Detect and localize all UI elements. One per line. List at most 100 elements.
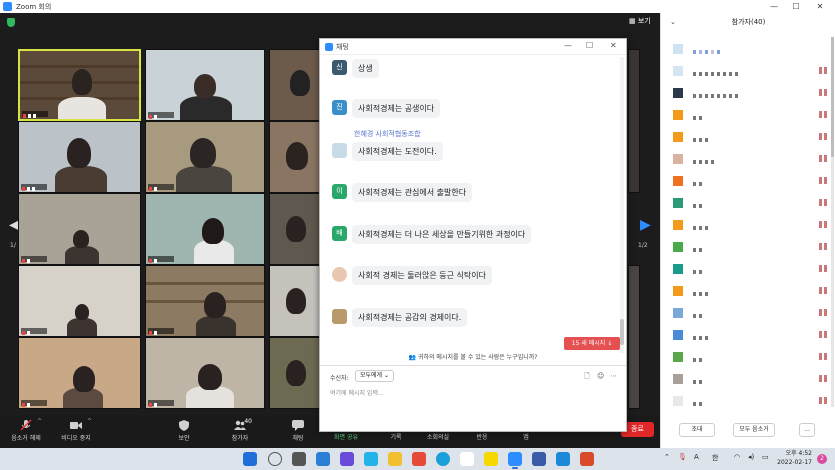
chat-message-input[interactable]: 여기에 메시지 입력...: [330, 388, 384, 397]
security-button[interactable]: 보안: [162, 416, 206, 448]
more-icon[interactable]: ⋯: [610, 372, 617, 380]
language-indicator[interactable]: 한: [712, 453, 718, 463]
emoji-icon[interactable]: ☺: [597, 372, 604, 380]
participant-row[interactable]: [673, 197, 831, 209]
battery-icon[interactable]: ▭: [762, 453, 769, 461]
participant-row[interactable]: [673, 329, 831, 341]
microphone-icon[interactable]: 🎙: [678, 453, 687, 461]
participant-name-bar: [21, 400, 47, 407]
search-icon[interactable]: [268, 452, 282, 466]
file-icon[interactable]: 🗋: [584, 372, 590, 383]
participant-row[interactable]: [673, 373, 831, 385]
participants-scrollbar[interactable]: [831, 37, 834, 407]
zoom-taskbar-icon[interactable]: [508, 452, 522, 466]
view-button[interactable]: ▦ 보기: [629, 16, 651, 26]
kakaotalk-icon[interactable]: [484, 452, 498, 466]
app-icon[interactable]: [532, 452, 546, 466]
minimize-icon[interactable]: —: [762, 0, 786, 13]
video-tile[interactable]: [18, 337, 141, 409]
status-icons: [817, 199, 827, 208]
participant-row[interactable]: [673, 395, 831, 407]
recipient-select[interactable]: 모두에게 ⌄: [355, 370, 395, 382]
wifi-icon[interactable]: ◠: [734, 453, 740, 461]
participant-row[interactable]: [673, 307, 831, 319]
video-tile[interactable]: [269, 49, 321, 121]
video-tile[interactable]: [145, 49, 265, 121]
mute-all-button[interactable]: 모두 음소거: [733, 423, 775, 437]
app-icon[interactable]: [364, 452, 378, 466]
video-tile-partial[interactable]: [628, 49, 640, 193]
participant-row[interactable]: [673, 65, 831, 77]
ime-mode[interactable]: A: [694, 453, 699, 461]
video-tile[interactable]: [18, 265, 141, 337]
clock[interactable]: 오후 4:52 2022-02-17: [776, 449, 812, 467]
who-can-see-link[interactable]: 👥 귀하의 메시지를 볼 수 있는 사람은 누구입니까?: [320, 352, 626, 361]
next-page-icon[interactable]: ▶: [640, 217, 651, 233]
new-messages-button[interactable]: 15 새 메시지 ↓: [564, 337, 620, 350]
participant-name: [693, 289, 711, 296]
participant-row[interactable]: [673, 109, 831, 121]
chat-message: 이 사회적경제는 관심에서 출발한다: [332, 183, 612, 203]
windows-start-icon[interactable]: [243, 452, 257, 466]
share-screen-label: 화면 공유: [334, 434, 358, 441]
video-tile[interactable]: [269, 193, 321, 265]
invite-button[interactable]: 초대: [679, 423, 715, 437]
participant-row[interactable]: [673, 43, 831, 55]
video-tile[interactable]: [145, 337, 265, 409]
video-tile[interactable]: [269, 337, 321, 409]
chevron-up-icon[interactable]: ^: [37, 418, 42, 425]
video-tile[interactable]: [145, 121, 265, 193]
video-tile[interactable]: [145, 193, 265, 265]
teams-chat-icon[interactable]: [340, 452, 354, 466]
task-view-icon[interactable]: [292, 452, 306, 466]
chat-window: 채팅 — ☐ ✕ 신 상생 진 사회적경제는 공생이다 한혜경 사회적협동조합 …: [319, 38, 627, 432]
unmute-button[interactable]: 음소거 해제 ^: [4, 416, 48, 448]
zoom-app-icon: [325, 43, 333, 51]
chevron-up-icon[interactable]: ^: [87, 418, 92, 425]
video-tile-active-speaker[interactable]: [18, 49, 141, 121]
edge-browser-icon[interactable]: [436, 452, 450, 466]
store-icon[interactable]: [460, 452, 474, 466]
close-icon[interactable]: ✕: [808, 0, 832, 13]
chat-scrollbar[interactable]: [620, 57, 624, 353]
chat-button[interactable]: 채팅: [276, 416, 320, 448]
who-can-see-text: 귀하의 메시지를 볼 수 있는 사람은 누구입니까?: [417, 354, 538, 361]
participant-row[interactable]: [673, 263, 831, 275]
close-icon[interactable]: ✕: [610, 41, 617, 50]
video-tile[interactable]: [145, 265, 265, 337]
maximize-icon[interactable]: ☐: [784, 0, 808, 13]
security-shield-icon[interactable]: [7, 18, 15, 27]
participant-row[interactable]: [673, 131, 831, 143]
maximize-icon[interactable]: ☐: [586, 41, 593, 50]
app-icon[interactable]: [556, 452, 570, 466]
participant-row[interactable]: [673, 241, 831, 253]
participant-row[interactable]: [673, 285, 831, 297]
minimize-icon[interactable]: —: [564, 41, 572, 50]
participant-name-bar: [148, 184, 174, 191]
participant-row[interactable]: [673, 351, 831, 363]
notification-badge[interactable]: 2: [817, 454, 827, 464]
more-options-button[interactable]: ...: [799, 423, 815, 437]
participant-name: [693, 267, 705, 274]
widgets-icon[interactable]: [316, 452, 330, 466]
video-tile[interactable]: [269, 265, 321, 337]
video-tile[interactable]: [269, 121, 321, 193]
participant-row[interactable]: [673, 175, 831, 187]
video-tile[interactable]: [18, 193, 141, 265]
participant-row[interactable]: [673, 87, 831, 99]
stop-video-button[interactable]: 비디오 중지 ^: [54, 416, 98, 448]
participants-button[interactable]: 40 참가자: [218, 416, 262, 448]
windows-taskbar: ⌃ 🎙 A 한 ◠ ◂) ▭ 오후 4:52 2022-02-17 2: [0, 448, 835, 470]
participants-label: 참가자: [231, 435, 249, 442]
app-icon[interactable]: [412, 452, 426, 466]
status-icons: [817, 375, 827, 384]
volume-icon[interactable]: ◂): [748, 453, 754, 461]
participant-row[interactable]: [673, 219, 831, 231]
participant-row[interactable]: [673, 153, 831, 165]
chevron-up-icon[interactable]: ⌃: [664, 453, 670, 461]
video-tile-partial[interactable]: [628, 265, 640, 409]
video-tile[interactable]: [18, 121, 141, 193]
powerpoint-icon[interactable]: [580, 452, 594, 466]
participant-name-bar: [21, 184, 47, 191]
file-explorer-icon[interactable]: [388, 452, 402, 466]
